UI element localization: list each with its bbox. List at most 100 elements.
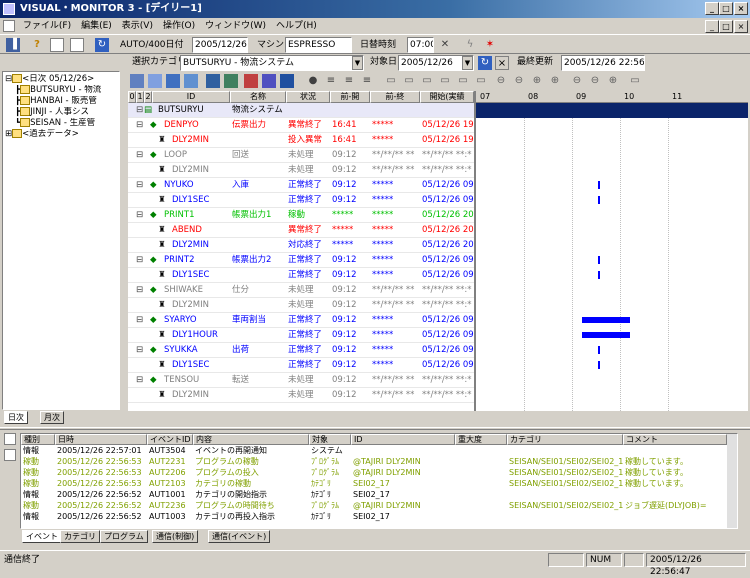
table-row[interactable]: ♜DLY1SEC正常終了09:12*****05/12/26 09:4 bbox=[128, 268, 474, 283]
table-row[interactable]: ⊟◆SYARYO車両割当正常終了09:12*****05/12/26 09:1 bbox=[128, 313, 474, 328]
gantt-bar[interactable] bbox=[598, 196, 601, 204]
tab-event[interactable]: イベント bbox=[22, 530, 62, 543]
event-row[interactable]: 稼動 2005/12/26 22:56:52 AUT2236 プログラムの時間待ち ﾌﾟ… bbox=[21, 500, 737, 511]
apply-icon[interactable]: ↻ bbox=[478, 56, 492, 70]
list-view-icon[interactable] bbox=[148, 74, 162, 88]
table-row[interactable]: ♜ DLY2MIN 未処理 09:12 **/**/** ** **/**/** **:* bbox=[128, 388, 474, 403]
gantt-view-icon[interactable] bbox=[206, 74, 220, 88]
box3-icon[interactable]: ▭ bbox=[420, 74, 434, 88]
ev-header-content[interactable]: 内容 bbox=[193, 434, 309, 445]
event-row[interactable]: 稼動 2005/12/26 22:56:53 AUT2231 プログラムの稼動 ﾌﾟﾛｸ… bbox=[21, 456, 737, 467]
gantt-bar[interactable] bbox=[581, 332, 630, 338]
gantt-bar[interactable] bbox=[598, 271, 601, 279]
date-field[interactable]: 2005/12/26 bbox=[192, 37, 248, 53]
nav-last-icon[interactable]: ⊕ bbox=[548, 74, 562, 88]
table-row[interactable]: ♜DLY2MIN対応終了**********05/12/26 20:0 bbox=[128, 238, 474, 253]
tree-item-seisan[interactable]: ┗ SEISAN - 生産管 bbox=[3, 118, 119, 129]
event-row[interactable]: 情報 2005/12/26 22:57:01 AUT3504 イベントの再開通知 システ… bbox=[21, 445, 737, 456]
tools-icon[interactable]: ✕ bbox=[438, 38, 452, 52]
tab-daily[interactable]: 日次 bbox=[4, 411, 28, 424]
gantt-bar[interactable] bbox=[581, 317, 630, 323]
minimize-button[interactable]: _ bbox=[705, 2, 719, 15]
clear-icon[interactable]: × bbox=[495, 56, 509, 70]
zoom-out-icon[interactable]: ⊖ bbox=[570, 74, 584, 88]
category-select[interactable]: BUTSURYU - 物流システム bbox=[180, 55, 364, 71]
menu-window[interactable]: ウィンドウ(W) bbox=[200, 18, 271, 34]
menu-view[interactable]: 表示(V) bbox=[117, 18, 158, 34]
menu-file[interactable]: ファイル(F) bbox=[18, 18, 76, 34]
mdi-minimize-button[interactable]: _ bbox=[705, 20, 719, 33]
event-close-icon[interactable] bbox=[4, 449, 16, 461]
close-button[interactable]: × bbox=[734, 2, 748, 15]
exit-icon[interactable]: ▐ bbox=[6, 38, 20, 52]
list-icon[interactable] bbox=[70, 38, 84, 52]
nav-next-icon[interactable]: ⊕ bbox=[530, 74, 544, 88]
table-row[interactable]: ⊟◆PRINT1帳票出力1稼動**********05/12/26 20:0 bbox=[128, 208, 474, 223]
chart-view-icon[interactable] bbox=[224, 74, 238, 88]
table-row[interactable]: ♜ DLY2MIN 未処理 09:12 **/**/** ** **/**/** **:* bbox=[128, 163, 474, 178]
gantt-bar[interactable] bbox=[598, 256, 601, 264]
tab-program[interactable]: プログラム bbox=[100, 530, 148, 543]
tree-item-hanbai[interactable]: ┣ HANBAI - 販売管 bbox=[3, 96, 119, 107]
box2-icon[interactable]: ▭ bbox=[402, 74, 416, 88]
table-row[interactable]: ⊟◆SYUKKA出荷正常終了09:12*****05/12/26 09:4 bbox=[128, 343, 474, 358]
filter-view-icon[interactable] bbox=[262, 74, 276, 88]
menu-operation[interactable]: 操作(O) bbox=[158, 18, 200, 34]
col-header-end[interactable]: 前-終 bbox=[370, 91, 420, 103]
tab-monthly[interactable]: 月次 bbox=[40, 411, 64, 424]
pane-divider[interactable] bbox=[0, 427, 750, 430]
tab-comm-event[interactable]: 通信(イベント) bbox=[208, 530, 271, 543]
col-header-start[interactable]: 前-開 bbox=[330, 91, 370, 103]
mdi-restore-button[interactable]: □ bbox=[719, 20, 733, 33]
box5-icon[interactable]: ▭ bbox=[456, 74, 470, 88]
table-row[interactable]: ♜DLY1SEC正常終了09:12*****05/12/26 09:4 bbox=[128, 193, 474, 208]
tab-category[interactable]: カテゴリ bbox=[60, 530, 100, 543]
info-icon[interactable]: ● bbox=[306, 74, 320, 88]
error-view-icon[interactable] bbox=[244, 74, 258, 88]
event-row[interactable]: 稼動 2005/12/26 22:56:53 AUT2206 プログラムの投入 ﾌﾟﾛｸ… bbox=[21, 467, 737, 478]
help-icon[interactable]: ? bbox=[30, 38, 44, 52]
event-scrollbar[interactable] bbox=[727, 434, 737, 528]
tree-item-jinji[interactable]: ┣ JINJI - 人事シス bbox=[3, 107, 119, 118]
maximize-button[interactable]: □ bbox=[719, 2, 733, 15]
col-header-0[interactable]: 0 bbox=[128, 91, 136, 103]
ev-header-eid[interactable]: イベントID bbox=[147, 434, 193, 445]
align-left-icon[interactable]: ≡ bbox=[324, 74, 338, 88]
menu-help[interactable]: ヘルプ(H) bbox=[271, 18, 322, 34]
lightning-icon[interactable]: ϟ bbox=[463, 38, 477, 52]
table-row[interactable]: ⊟ ◆ LOOP 回送 未処理 09:12 **/**/** ** **/**/** **:* bbox=[128, 148, 474, 163]
col-header-2[interactable]: 2 bbox=[144, 91, 152, 103]
stop-icon[interactable]: ✶ bbox=[483, 38, 497, 52]
box4-icon[interactable]: ▭ bbox=[438, 74, 452, 88]
gantt-bar[interactable] bbox=[598, 181, 601, 189]
refresh-icon[interactable]: ↻ bbox=[95, 38, 109, 52]
tree-item-daily[interactable]: ⊟ <日次 05/12/26> bbox=[3, 74, 119, 85]
box1-icon[interactable]: ▭ bbox=[384, 74, 398, 88]
ev-header-id[interactable]: ID bbox=[351, 434, 455, 445]
event-pin-icon[interactable] bbox=[4, 433, 16, 445]
col-header-1[interactable]: 1 bbox=[136, 91, 144, 103]
expand-view-icon[interactable] bbox=[184, 74, 198, 88]
view-icon[interactable] bbox=[50, 38, 64, 52]
table-row[interactable]: ⊟◆NYUKO入庫正常終了09:12*****05/12/26 09:4 bbox=[128, 178, 474, 193]
ev-header-category[interactable]: カテゴリ bbox=[507, 434, 623, 445]
switch-time-field[interactable]: 07:00 bbox=[407, 37, 434, 53]
event-row[interactable]: 情報 2005/12/26 22:56:52 AUT1001 カテゴリの開始指示 ｶﾃｺ… bbox=[21, 489, 737, 500]
col-header-status[interactable]: 状況 bbox=[286, 91, 330, 103]
target-date-dropdown-icon[interactable]: ▼ bbox=[462, 56, 473, 70]
gantt-bar[interactable] bbox=[598, 361, 601, 369]
ev-header-comment[interactable]: コメント bbox=[623, 434, 727, 445]
tab-comm-control[interactable]: 通信(制御) bbox=[152, 530, 199, 543]
align-right-icon[interactable]: ≡ bbox=[360, 74, 374, 88]
settings-icon[interactable]: ▭ bbox=[628, 74, 642, 88]
detail-view-icon[interactable] bbox=[166, 74, 180, 88]
table-row[interactable]: ⊟◆PRINT2帳票出力2正常終了09:12*****05/12/26 09:4 bbox=[128, 253, 474, 268]
zoom-reset-icon[interactable]: ⊕ bbox=[606, 74, 620, 88]
table-row[interactable]: ♜DLY1SEC正常終了09:12*****05/12/26 09:4 bbox=[128, 358, 474, 373]
gantt-bar[interactable] bbox=[598, 346, 601, 354]
machine-field[interactable]: ESPRESSO bbox=[285, 37, 352, 53]
sort-view-icon[interactable] bbox=[280, 74, 294, 88]
tree-item-past[interactable]: ⊞ <過去データ> bbox=[3, 129, 119, 140]
mdi-close-button[interactable]: × bbox=[734, 20, 748, 33]
table-row[interactable]: ♜DLY2MIN投入異常16:41*****05/12/26 19:1 bbox=[128, 133, 474, 148]
